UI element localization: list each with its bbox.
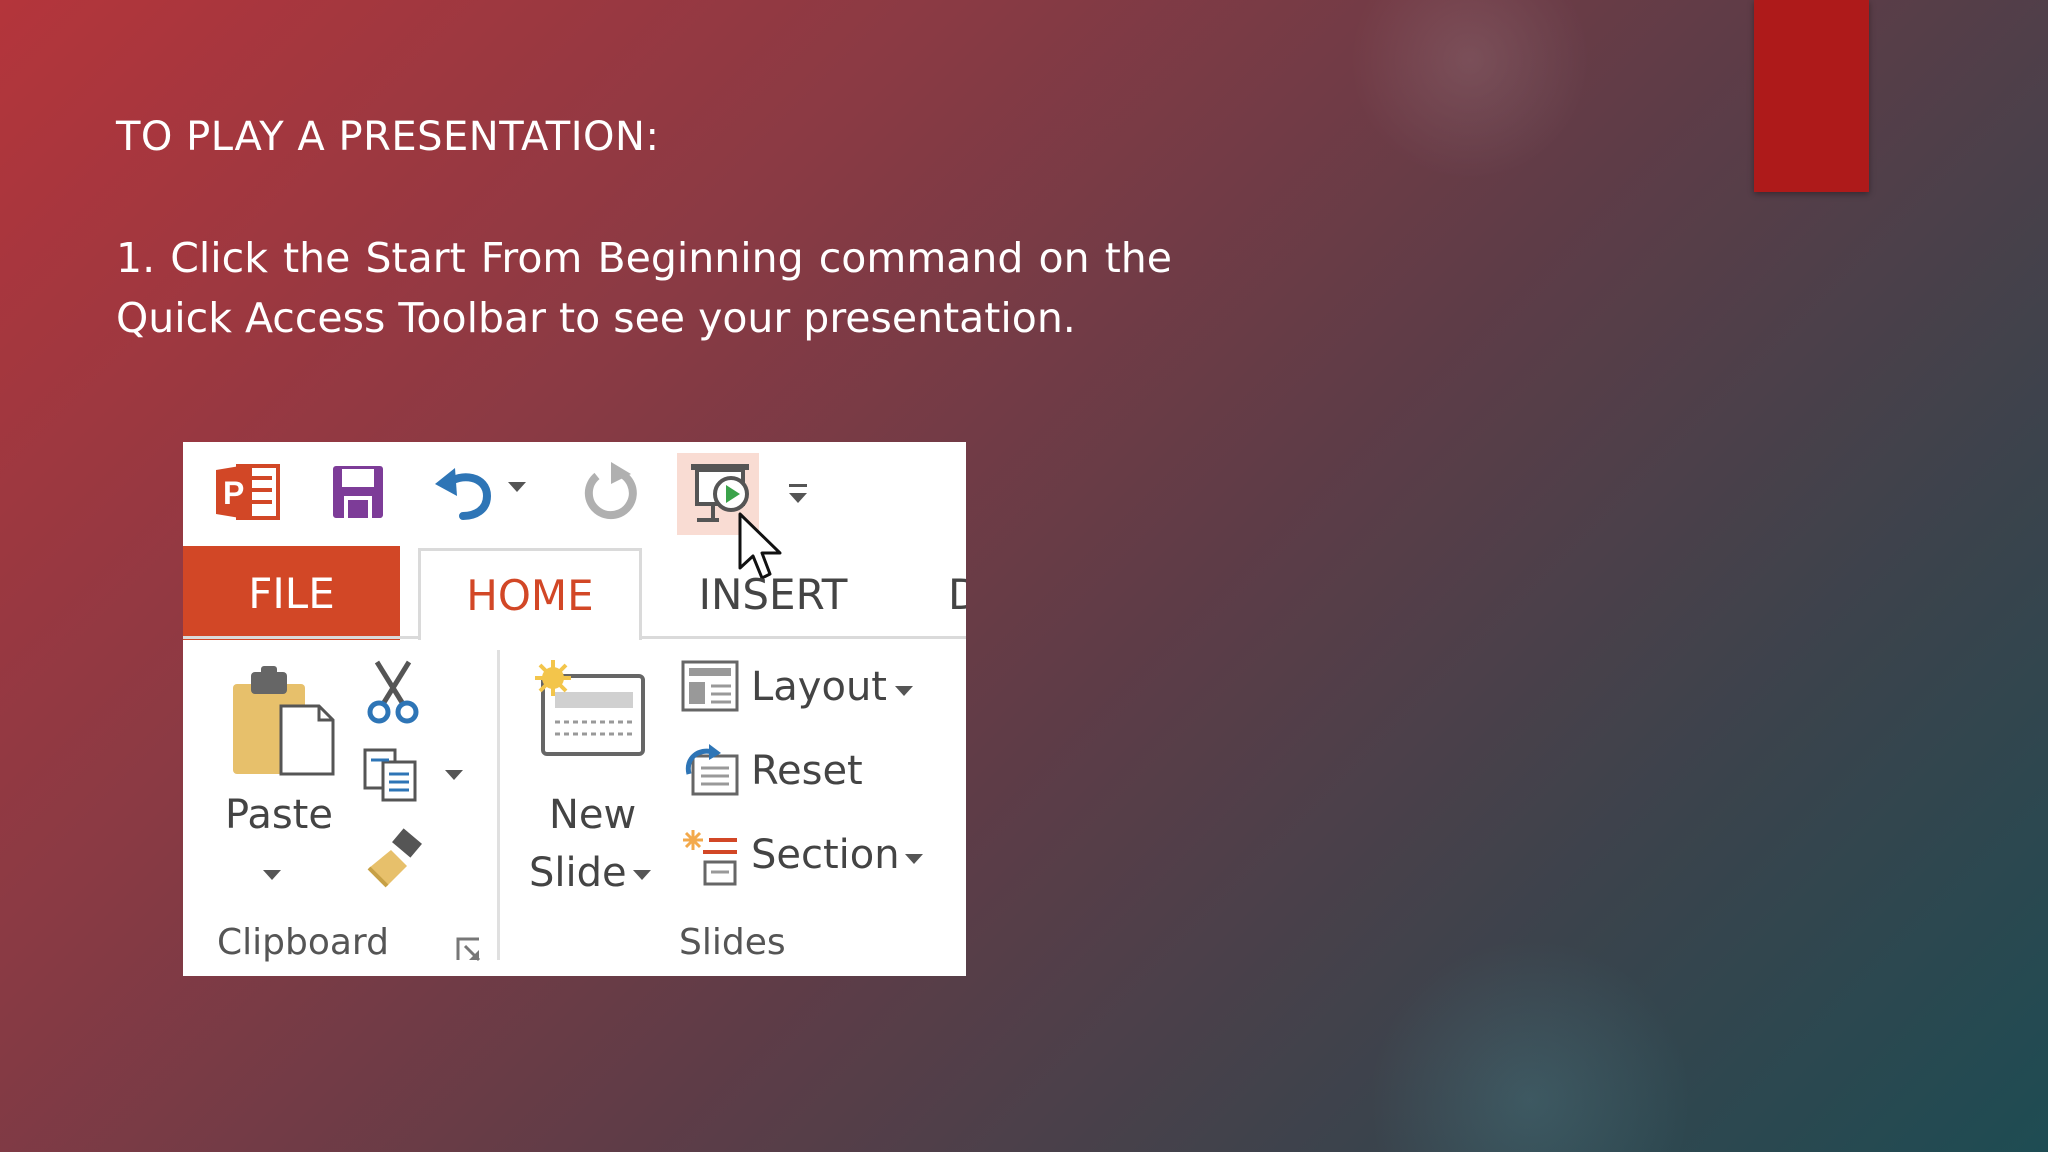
cut-icon[interactable]: [363, 658, 423, 724]
new-slide-dropdown-icon[interactable]: [633, 870, 651, 880]
paste-label[interactable]: Paste: [225, 792, 333, 838]
new-slide-icon[interactable]: [531, 660, 647, 760]
undo-icon[interactable]: [433, 462, 495, 522]
section-label[interactable]: Section: [751, 832, 900, 878]
new-slide-label-line2[interactable]: Slide: [529, 850, 627, 896]
copy-dropdown-icon[interactable]: [445, 770, 463, 780]
section-dropdown-icon[interactable]: [905, 854, 923, 864]
decorative-red-tab: [1754, 0, 1869, 192]
svg-text:P: P: [223, 475, 244, 511]
redo-icon[interactable]: [581, 462, 639, 520]
tab-home[interactable]: HOME: [418, 548, 642, 640]
undo-dropdown-icon[interactable]: [508, 482, 526, 492]
save-icon[interactable]: [331, 464, 385, 520]
slide-paragraph: 1. Click the Start From Beginning comman…: [116, 234, 1172, 342]
new-slide-label-line1[interactable]: New: [549, 792, 636, 838]
tab-file[interactable]: FILE: [183, 546, 400, 640]
layout-label[interactable]: Layout: [751, 664, 887, 710]
copy-icon[interactable]: [361, 746, 423, 804]
reset-icon[interactable]: [681, 744, 741, 798]
customize-toolbar-icon[interactable]: [789, 484, 807, 506]
slides-group-label: Slides: [679, 922, 786, 963]
clipboard-dialog-launcher-icon[interactable]: [455, 936, 483, 964]
format-painter-icon[interactable]: [361, 828, 431, 890]
clipboard-group-label: Clipboard: [217, 922, 389, 963]
quick-access-toolbar: P: [183, 442, 966, 580]
layout-dropdown-icon[interactable]: [895, 686, 913, 696]
group-separator: [497, 650, 500, 960]
paste-icon[interactable]: [229, 666, 339, 778]
slide-heading: TO PLAY A PRESENTATION:: [116, 114, 660, 160]
layout-icon[interactable]: [681, 660, 739, 712]
tab-design-partial[interactable]: D: [948, 548, 966, 640]
ribbon-screenshot: P FILE HOME INSERT D Paste Clipboard New…: [183, 442, 966, 976]
tab-insert[interactable]: INSERT: [683, 548, 863, 640]
reset-label[interactable]: Reset: [751, 748, 863, 794]
paste-dropdown-icon[interactable]: [263, 870, 281, 880]
powerpoint-logo-icon: P: [216, 464, 280, 520]
section-icon[interactable]: [681, 828, 741, 886]
